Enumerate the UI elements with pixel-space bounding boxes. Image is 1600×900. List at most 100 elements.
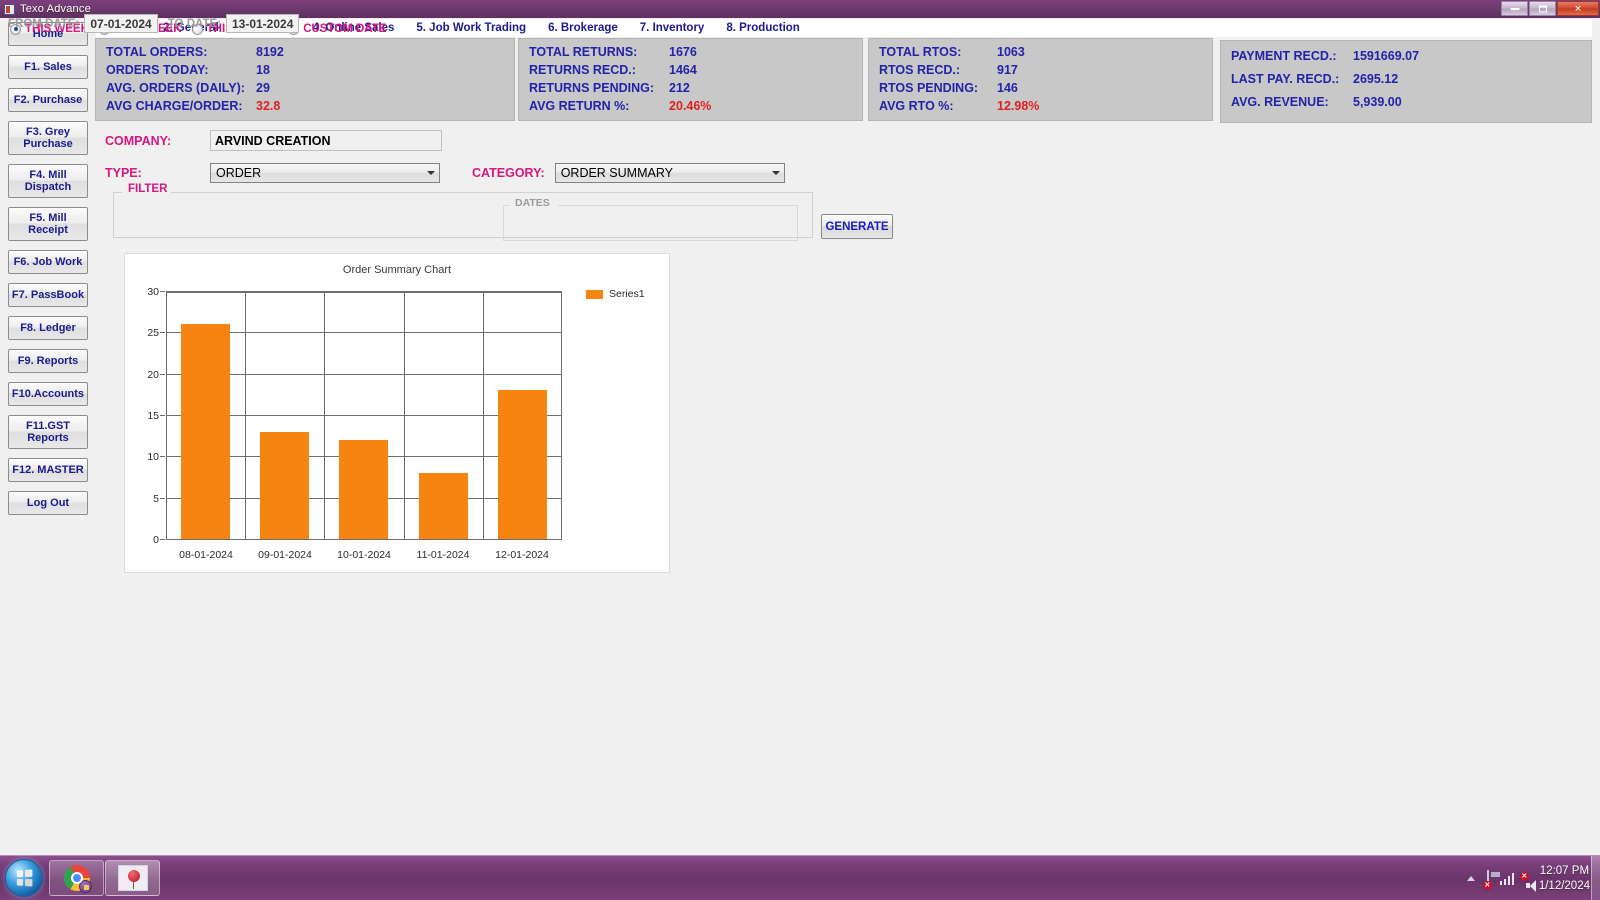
form-icon <box>4 3 15 15</box>
sidebar-item-ledger[interactable]: F8. Ledger <box>8 316 88 340</box>
close-button[interactable]: ✕ <box>1557 1 1599 16</box>
y-axis-tick-label: 10 <box>147 451 159 464</box>
stat-row: RETURNS PENDING: 212 <box>529 81 862 95</box>
system-tray: ✕ ✕ 12:07 PM 1/12/2024 <box>1466 856 1590 900</box>
application-icon <box>117 865 148 891</box>
radio-label: CUSTOM DATE <box>303 23 387 35</box>
stat-value: 917 <box>997 63 1018 77</box>
x-axis-tick-label: 08-01-2024 <box>179 549 233 561</box>
chevron-down-icon <box>771 171 780 175</box>
stat-row: AVG. REVENUE: 5,939.00 <box>1231 95 1591 109</box>
company-label: COMPANY: <box>105 133 172 148</box>
y-axis-tick-mark <box>160 456 165 458</box>
to-date-input[interactable]: 13-01-2024 <box>225 14 300 33</box>
sidebar-item-logout[interactable]: Log Out <box>8 491 88 515</box>
groupbox-divider <box>170 192 812 193</box>
y-axis-tick-label: 30 <box>147 286 159 298</box>
x-axis-tick-label: 12-01-2024 <box>495 549 549 561</box>
stat-row: AVG. ORDERS (DAILY): 29 <box>106 81 514 95</box>
company-input[interactable] <box>210 130 442 151</box>
stat-label: LAST PAY. RECD.: <box>1231 72 1340 86</box>
sidebar-navigation: Home F1. Sales F2. Purchase F3. Grey Pur… <box>8 22 92 524</box>
chart-gridline <box>483 292 484 540</box>
sidebar-item-master[interactable]: F12. MASTER <box>8 458 88 482</box>
plot-frame-right <box>561 292 562 540</box>
minimize-button[interactable] <box>1501 1 1528 16</box>
stat-label: AVG. ORDERS (DAILY): <box>106 81 245 95</box>
chart-bar[interactable] <box>419 473 468 539</box>
action-center-flag-icon[interactable]: ✕ <box>1482 869 1492 890</box>
app-taskbar-button[interactable] <box>105 860 160 896</box>
x-axis-tick-label: 11-01-2024 <box>416 549 470 561</box>
sidebar-item-mill-dispatch[interactable]: F4. Mill Dispatch <box>8 164 88 198</box>
type-category-row: TYPE: ORDER CATEGORY: ORDER SUMMARY <box>105 163 925 183</box>
category-label: CATEGORY: <box>472 166 545 180</box>
menu-item-inventory[interactable]: 7. Inventory <box>640 22 705 34</box>
stat-value: 1676 <box>669 45 697 59</box>
type-label: TYPE: <box>105 166 142 180</box>
start-button[interactable] <box>5 859 43 897</box>
generate-button[interactable]: GENERATE <box>821 214 893 239</box>
menu-item-job-work-trading[interactable]: 5. Job Work Trading <box>416 22 526 34</box>
y-axis-tick-label: 5 <box>153 492 159 505</box>
windows-logo-icon <box>16 868 33 888</box>
chart-plot-area: 0 5 10 15 20 25 30 08-01-2024 09-01-2024 10-01-20… <box>147 286 562 561</box>
legend-label: Series1 <box>609 288 645 300</box>
type-dropdown[interactable]: ORDER <box>210 163 440 183</box>
stat-label: RTOS PENDING: <box>879 81 979 95</box>
chart-bar[interactable] <box>498 390 547 539</box>
show-hidden-icons-icon[interactable] <box>1466 876 1475 881</box>
taskbar-clock[interactable]: 12:07 PM 1/12/2024 <box>1539 864 1590 894</box>
chart-gridline <box>404 292 405 540</box>
from-date-input[interactable]: 07-01-2024 <box>84 14 158 33</box>
chart-gridline <box>324 292 325 540</box>
report-filter-form: COMPANY: TYPE: ORDER CATEGORY: ORDER SUM… <box>105 130 925 193</box>
plot-frame-top <box>166 292 562 293</box>
menu-item-production[interactable]: 8. Production <box>726 22 799 34</box>
sidebar-item-reports[interactable]: F9. Reports <box>8 349 88 373</box>
maximize-button[interactable] <box>1529 1 1556 16</box>
stat-row: RTOS PENDING: 146 <box>879 81 1212 95</box>
orders-stats-panel: TOTAL ORDERS: 8192 ORDERS TODAY: 18 AVG. O… <box>95 38 515 121</box>
chart-bar[interactable] <box>181 324 230 539</box>
sidebar-item-accounts[interactable]: F10.Accounts <box>8 382 88 406</box>
stat-label: AVG. REVENUE: <box>1231 95 1329 109</box>
stat-value: 212 <box>669 81 690 95</box>
to-date-label: TO DATE: <box>167 17 221 30</box>
sidebar-item-sales[interactable]: F1. Sales <box>8 55 88 79</box>
x-axis-line <box>166 539 562 540</box>
stat-label: AVG RETURN %: <box>529 99 630 113</box>
sidebar-item-gst-reports[interactable]: F11.GST Reports <box>8 415 88 449</box>
sidebar-item-job-work[interactable]: F6. Job Work <box>8 250 88 274</box>
sidebar-item-mill-receipt[interactable]: F5. Mill Receipt <box>8 207 88 241</box>
stat-value: 1464 <box>669 63 697 77</box>
dates-fields: FROM DATE: 07-01-2024 TO DATE: 13-01-202… <box>8 14 309 33</box>
stat-label: ORDERS TODAY: <box>106 63 209 77</box>
chart-bar[interactable] <box>260 432 309 539</box>
show-desktop-button[interactable] <box>1591 856 1600 900</box>
stat-label: TOTAL RTOS: <box>879 45 962 59</box>
sidebar-item-purchase[interactable]: F2. Purchase <box>8 88 88 112</box>
stat-value: 20.46% <box>669 99 712 113</box>
stat-row: PAYMENT RECD.: 1591669.07 <box>1231 49 1591 63</box>
stat-value: 1591669.07 <box>1353 49 1420 63</box>
y-axis-tick-mark <box>160 332 165 334</box>
from-date-label: FROM DATE: <box>8 17 80 30</box>
y-axis-tick-mark <box>160 415 165 416</box>
sidebar-item-passbook[interactable]: F7. PassBook <box>8 283 88 307</box>
y-axis-tick-label: 25 <box>147 327 159 340</box>
chrome-taskbar-button[interactable] <box>49 860 104 896</box>
chart-bar[interactable] <box>339 440 388 539</box>
network-signal-icon[interactable] <box>1499 872 1515 885</box>
stat-label: TOTAL ORDERS: <box>106 45 208 59</box>
y-axis-tick-mark <box>160 373 165 375</box>
stat-value: 12.98% <box>997 99 1040 113</box>
sidebar-item-grey-purchase[interactable]: F3. Grey Purchase <box>8 121 88 155</box>
category-dropdown[interactable]: ORDER SUMMARY <box>554 163 785 183</box>
chart-gridline <box>245 292 246 540</box>
menu-item-brokerage[interactable]: 6. Brokerage <box>548 22 618 34</box>
stat-label: TOTAL RETURNS: <box>529 45 638 59</box>
y-axis-tick-label: 0 <box>153 534 159 546</box>
stat-value: 18 <box>256 63 270 77</box>
category-dropdown-value: ORDER SUMMARY <box>560 166 673 180</box>
